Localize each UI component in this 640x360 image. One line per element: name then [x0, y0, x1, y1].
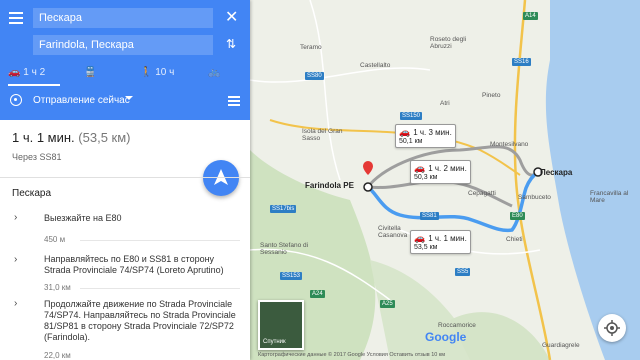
road-shield: SS16 [512, 58, 531, 66]
close-icon[interactable]: ✕ [225, 10, 238, 26]
chevron-right-icon[interactable]: › [14, 212, 17, 223]
summary-distance: (53,5 км) [78, 130, 131, 145]
sea-area [545, 0, 640, 360]
road-shield: E80 [510, 212, 525, 220]
city-label: Farindola PE [305, 181, 354, 190]
route-callout[interactable]: 🚗 1 ч. 3 мин. 50,1 км [395, 124, 456, 148]
crosshair-icon [604, 320, 620, 336]
google-logo: Google [425, 330, 467, 344]
step-instruction[interactable]: Направляйтесь по E80 и SS81 в сторону St… [44, 254, 239, 276]
car-icon: 🚗 [8, 67, 21, 78]
place-label: Atri [440, 100, 450, 107]
place-label: Roseto degli Abruzzi [430, 36, 467, 50]
map-copyright: Картографические данные © 2017 Google Ус… [258, 352, 446, 358]
road-shield: SS153 [280, 272, 303, 280]
route-start: Пескара [12, 188, 52, 199]
callout-distance: 53,5 км [414, 244, 438, 251]
city-label: Пескара [540, 168, 573, 177]
route-summary[interactable]: 1 ч. 1 мин. (53,5 км) [12, 130, 131, 145]
car-icon: 🚗 [414, 163, 426, 173]
route-via: Через SS81 [12, 152, 62, 162]
callout-distance: 50,3 км [414, 174, 438, 181]
satellite-label: Спутник [263, 339, 286, 345]
bike-icon: 🚲 [208, 67, 221, 78]
road [250, 67, 431, 83]
mode-walk-label: 10 ч [155, 67, 175, 78]
route-callout[interactable]: 🚗 1 ч. 2 мин. 50,3 км [410, 160, 471, 184]
place-label: Sambuceto [518, 194, 551, 201]
place-label: Chieti [506, 236, 523, 243]
mode-walk-tab[interactable]: 🚶 10 ч [140, 64, 174, 84]
destination-input[interactable] [33, 35, 213, 55]
directions-header: ✕ ⇅ 🚗 1 ч 2 🚆 🚶 10 ч 🚲 Отправление сейча… [0, 0, 250, 120]
menu-icon[interactable] [9, 12, 23, 24]
road [309, 0, 341, 181]
mode-car-tab[interactable]: 🚗 1 ч 2 [8, 64, 60, 86]
callout-time: 1 ч. 1 мин. [428, 234, 467, 243]
step-distance: 31,0 км [44, 283, 71, 292]
train-icon: 🚆 [84, 67, 97, 78]
step-instruction[interactable]: Продолжайте движение по Strada Provincia… [44, 299, 239, 343]
directions-panel: ✕ ⇅ 🚗 1 ч 2 🚆 🚶 10 ч 🚲 Отправление сейча… [0, 0, 250, 360]
place-label: Cepagatti [468, 190, 496, 197]
my-location-button[interactable] [598, 314, 626, 342]
car-icon: 🚗 [399, 127, 411, 137]
summary-time: 1 ч. 1 мин. [12, 130, 75, 145]
road-shield: SS5 [455, 268, 471, 276]
target-icon [10, 94, 22, 106]
road-shield: A25 [380, 300, 395, 308]
depart-selector[interactable]: Отправление сейчас [0, 92, 250, 112]
place-label: Montesilvano [490, 141, 529, 148]
place-label: Teramo [300, 44, 322, 51]
callout-distance: 50,1 км [399, 138, 423, 145]
mode-bike-tab[interactable]: 🚲 [208, 64, 220, 84]
place-label: Castellalto [360, 62, 391, 69]
satellite-toggle[interactable]: Спутник [258, 300, 304, 350]
step-distance: 450 м [44, 235, 66, 244]
place-label: Pineto [482, 92, 501, 99]
place-label: Francavilla al Mare [590, 190, 629, 204]
swap-icon[interactable]: ⇅ [226, 37, 236, 51]
road-shield: SS17bis [270, 205, 297, 213]
caret-down-icon [125, 96, 133, 100]
highway-road [513, 0, 552, 360]
mode-transit-tab[interactable]: 🚆 [84, 64, 96, 84]
road-shield: SS80 [305, 72, 324, 80]
step-distance: 22,0 км [44, 351, 71, 360]
options-icon[interactable] [228, 96, 240, 106]
road-shield: SS150 [400, 112, 423, 120]
walk-icon: 🚶 [140, 67, 153, 78]
navigate-button[interactable] [203, 160, 239, 196]
place-label: Isola del Gran Sasso [302, 128, 343, 142]
travel-modes: 🚗 1 ч 2 🚆 🚶 10 ч 🚲 [0, 64, 250, 86]
step-instruction[interactable]: Выезжайте на E80 [44, 213, 239, 224]
callout-time: 1 ч. 2 мин. [428, 164, 467, 173]
end-marker [363, 182, 373, 192]
mode-car-label: 1 ч 2 [23, 67, 46, 78]
road-shield: A24 [310, 290, 325, 298]
place-label: Guardiagrele [542, 342, 580, 349]
destination-pin-icon [363, 161, 373, 175]
step-divider [80, 288, 240, 289]
place-label: Santo Stefano di Sessanio [260, 242, 309, 256]
road-shield: A14 [523, 12, 538, 20]
step-divider [80, 240, 240, 241]
road-shield: SS81 [420, 212, 439, 220]
route-callout[interactable]: 🚗 1 ч. 1 мин. 53,5 км [410, 230, 471, 254]
callout-time: 1 ч. 3 мин. [413, 128, 452, 137]
car-icon: 🚗 [414, 233, 426, 243]
chevron-right-icon[interactable]: › [14, 254, 17, 265]
map-canvas[interactable]: Пескара Farindola PE Montesilvano Franca… [250, 0, 640, 360]
origin-input[interactable] [33, 8, 213, 28]
depart-label: Отправление сейчас [33, 95, 130, 106]
chevron-right-icon[interactable]: › [14, 298, 17, 309]
divider [0, 177, 250, 178]
place-label: Roccamorice [438, 322, 476, 329]
